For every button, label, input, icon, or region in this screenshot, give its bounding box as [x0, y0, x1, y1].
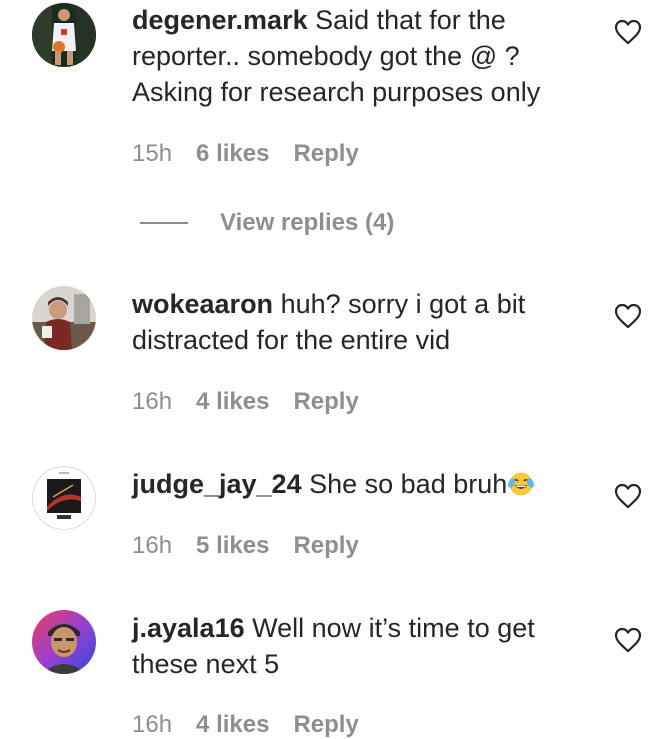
- comment-text: judge_jay_24 She so bad bruh: [132, 466, 592, 502]
- avatar[interactable]: [32, 3, 96, 67]
- comment-time[interactable]: 15h: [132, 140, 172, 168]
- avatar[interactable]: [32, 286, 96, 350]
- comment-username[interactable]: degener.mark: [132, 5, 308, 35]
- heart-icon[interactable]: [614, 303, 642, 329]
- comment-username[interactable]: wokeaaron: [132, 289, 273, 319]
- comment-meta: 16h 5 likes Reply: [132, 532, 359, 560]
- comment-likes[interactable]: 4 likes: [196, 711, 269, 739]
- view-replies-button[interactable]: View replies (4): [140, 208, 394, 238]
- comment-body: She so bad bruh: [309, 469, 508, 499]
- comment-likes[interactable]: 5 likes: [196, 532, 269, 560]
- cartoon-person-avatar-icon: [32, 610, 96, 674]
- avatar[interactable]: [32, 610, 96, 674]
- basketball-player-avatar-icon: [32, 3, 96, 67]
- reply-button[interactable]: Reply: [293, 140, 358, 168]
- reply-button[interactable]: Reply: [293, 711, 358, 739]
- reply-button[interactable]: Reply: [293, 532, 358, 560]
- comment-meta: 15h 6 likes Reply: [132, 140, 359, 168]
- heart-icon[interactable]: [614, 483, 642, 509]
- comment-username[interactable]: j.ayala16: [132, 613, 245, 643]
- heart-icon[interactable]: [614, 627, 642, 653]
- comment-text: j.ayala16 Well now it’s time to get thes…: [132, 610, 592, 682]
- laughing-tears-emoji-icon: [508, 472, 535, 496]
- comment-text: wokeaaron huh? sorry i got a bit distrac…: [132, 286, 592, 358]
- comment-meta: 16h 4 likes Reply: [132, 388, 359, 416]
- album-cover-avatar-icon: [33, 467, 95, 529]
- comment-meta: 16h 4 likes Reply: [132, 711, 359, 739]
- avatar[interactable]: [32, 466, 96, 530]
- comment-username[interactable]: judge_jay_24: [132, 469, 302, 499]
- view-replies-label: View replies (4): [220, 209, 395, 236]
- comment-text: degener.mark Said that for the reporter.…: [132, 2, 592, 110]
- comment-likes[interactable]: 6 likes: [196, 140, 269, 168]
- comment-time[interactable]: 16h: [132, 388, 172, 416]
- comment-time[interactable]: 16h: [132, 532, 172, 560]
- comment-time[interactable]: 16h: [132, 711, 172, 739]
- divider-line: [140, 222, 188, 224]
- heart-icon[interactable]: [614, 19, 642, 45]
- reply-button[interactable]: Reply: [293, 388, 358, 416]
- person-photo-avatar-icon: [32, 286, 96, 350]
- comment-likes[interactable]: 4 likes: [196, 388, 269, 416]
